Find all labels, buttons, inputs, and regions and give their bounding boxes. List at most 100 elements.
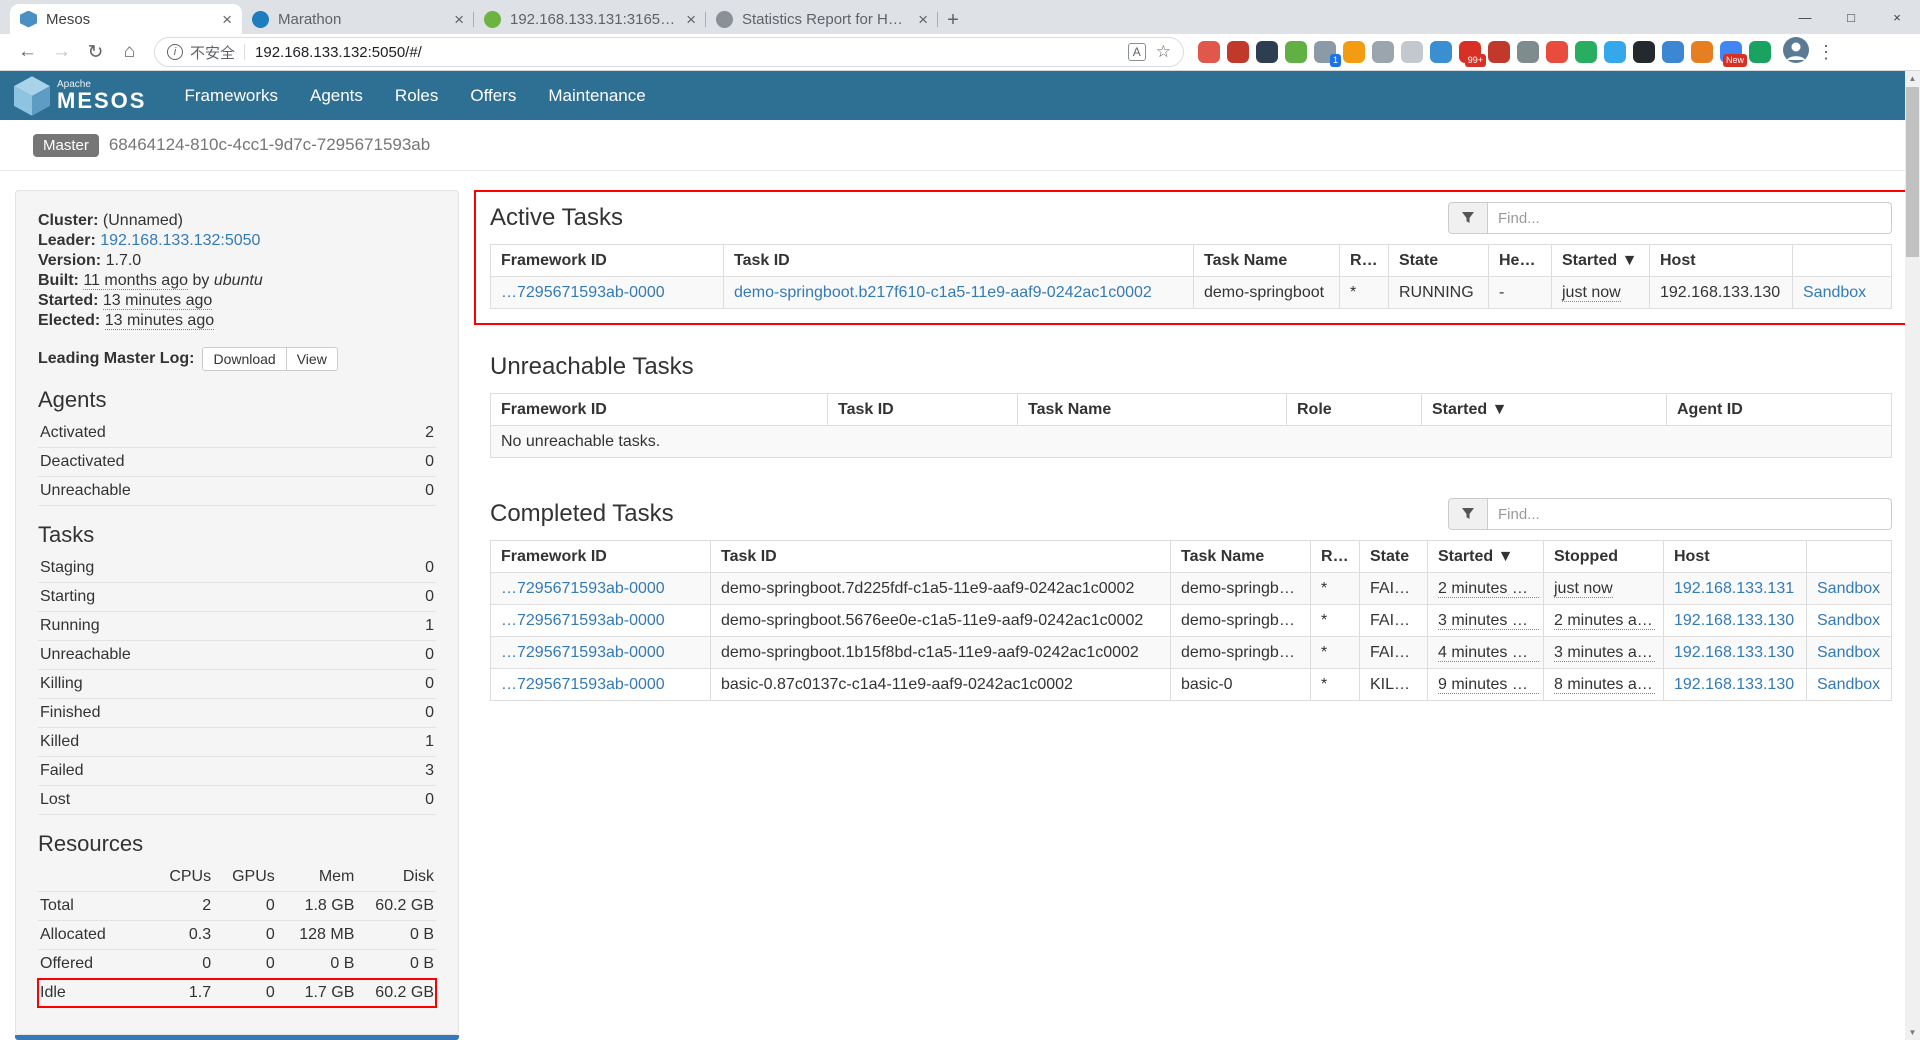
host-link[interactable]: 192.168.133.130	[1674, 644, 1794, 661]
active-tasks-find-input[interactable]	[1488, 202, 1892, 234]
extension-icon[interactable]	[1633, 41, 1655, 63]
tab-close-icon[interactable]: ×	[686, 11, 696, 28]
host-link[interactable]: 192.168.133.130	[1674, 676, 1794, 693]
completed-tasks-find-input[interactable]	[1488, 498, 1892, 530]
extension-icon[interactable]: 99+	[1459, 41, 1481, 63]
col-task-name[interactable]: Task Name	[1018, 394, 1287, 426]
col-task-name[interactable]: Task Name	[1194, 245, 1340, 277]
col-framework-id[interactable]: Framework ID	[491, 541, 711, 573]
col-stopped[interactable]: Stopped	[1544, 541, 1664, 573]
tab-mesos[interactable]: Mesos ×	[10, 4, 242, 34]
sandbox-link[interactable]: Sandbox	[1817, 580, 1880, 597]
nav-item-roles[interactable]: Roles	[379, 71, 454, 120]
col-agent-id[interactable]: Agent ID	[1667, 394, 1892, 426]
address-bar[interactable]: i 不安全 192.168.133.132:5050/#/ A ☆	[154, 37, 1184, 67]
maximize-button[interactable]: □	[1828, 0, 1874, 34]
framework-id-link[interactable]: …7295671593ab-0000	[501, 580, 665, 597]
framework-id-link[interactable]: …7295671593ab-0000	[501, 644, 665, 661]
sandbox-link[interactable]: Sandbox	[1817, 644, 1880, 661]
agents-heading: Agents	[38, 387, 436, 413]
framework-id-link[interactable]: …7295671593ab-0000	[501, 676, 665, 693]
extension-icon[interactable]	[1749, 41, 1771, 63]
framework-id-link[interactable]: …7295671593ab-0000	[501, 284, 665, 301]
download-log-button[interactable]: Download	[202, 347, 286, 371]
col-framework-id[interactable]: Framework ID	[491, 394, 828, 426]
extension-icon[interactable]	[1227, 41, 1249, 63]
extension-icon[interactable]	[1691, 41, 1713, 63]
profile-avatar[interactable]	[1783, 37, 1809, 68]
extension-icon[interactable]	[1372, 41, 1394, 63]
home-icon[interactable]: ⌂	[114, 37, 145, 68]
tab-close-icon[interactable]: ×	[454, 11, 464, 28]
tab-hello[interactable]: 192.168.133.131:31657/hello ×	[474, 4, 706, 34]
extension-icon[interactable]	[1575, 41, 1597, 63]
task-id-link[interactable]: demo-springboot.b217f610-c1a5-11e9-aaf9-…	[734, 284, 1152, 301]
extension-icon[interactable]: New	[1720, 41, 1742, 63]
browser-menu-icon[interactable]: ⋮	[1811, 42, 1841, 63]
host-link[interactable]: 192.168.133.131	[1674, 580, 1794, 597]
col-framework-id[interactable]: Framework ID	[491, 245, 724, 277]
tab-close-icon[interactable]: ×	[918, 11, 928, 28]
extension-icon[interactable]	[1662, 41, 1684, 63]
reload-icon[interactable]: ↻	[80, 37, 111, 68]
minimize-button[interactable]: —	[1782, 0, 1828, 34]
col-task-name[interactable]: Task Name	[1171, 541, 1311, 573]
col-task-id[interactable]: Task ID	[711, 541, 1171, 573]
extension-icon[interactable]	[1430, 41, 1452, 63]
resources-row-idle-highlighted: Idle 1.7 0 1.7 GB 60.2 GB	[38, 979, 436, 1008]
tab-marathon[interactable]: Marathon ×	[242, 4, 474, 34]
col-started[interactable]: Started ▼	[1552, 245, 1650, 277]
filter-button[interactable]	[1448, 202, 1488, 234]
filter-button[interactable]	[1448, 498, 1488, 530]
forward-icon[interactable]: →	[46, 37, 77, 68]
tab-haproxy[interactable]: Statistics Report for HAProxy ×	[706, 4, 938, 34]
scrollbar-thumb[interactable]	[1906, 87, 1919, 257]
close-button[interactable]: ×	[1874, 0, 1920, 34]
extension-icon[interactable]	[1488, 41, 1510, 63]
mesos-logo[interactable]: Apache MESOS	[14, 76, 146, 116]
sandbox-link[interactable]: Sandbox	[1817, 676, 1880, 693]
extension-icon[interactable]	[1256, 41, 1278, 63]
bookmark-star-icon[interactable]: ☆	[1156, 42, 1171, 62]
extension-icon[interactable]	[1546, 41, 1568, 63]
col-task-id[interactable]: Task ID	[828, 394, 1018, 426]
tab-close-icon[interactable]: ×	[222, 11, 232, 28]
extension-icon[interactable]	[1401, 41, 1423, 63]
col-host[interactable]: Host	[1650, 245, 1793, 277]
empty-message: No unreachable tasks.	[491, 426, 1892, 458]
col-role[interactable]: Role	[1287, 394, 1422, 426]
leader-link[interactable]: 192.168.133.132:5050	[100, 232, 260, 249]
extension-icon[interactable]	[1198, 41, 1220, 63]
nav-item-frameworks[interactable]: Frameworks	[168, 71, 294, 120]
host-link[interactable]: 192.168.133.130	[1674, 612, 1794, 629]
cluster-label: Cluster:	[38, 212, 98, 229]
nav-item-agents[interactable]: Agents	[294, 71, 379, 120]
nav-item-maintenance[interactable]: Maintenance	[532, 71, 661, 120]
scroll-down-icon[interactable]: ▼	[1905, 1025, 1920, 1040]
extension-icon[interactable]	[1517, 41, 1539, 63]
extension-icon[interactable]: 1	[1314, 41, 1336, 63]
page-info-icon[interactable]: i	[167, 44, 183, 60]
col-state[interactable]: State	[1360, 541, 1428, 573]
col-task-id[interactable]: Task ID	[724, 245, 1194, 277]
col-started[interactable]: Started ▼	[1428, 541, 1544, 573]
extension-icon[interactable]	[1343, 41, 1365, 63]
col-host[interactable]: Host	[1664, 541, 1807, 573]
translate-icon[interactable]: A	[1128, 43, 1146, 61]
col-started[interactable]: Started ▼	[1422, 394, 1667, 426]
view-log-button[interactable]: View	[286, 347, 338, 371]
extension-icon[interactable]	[1604, 41, 1626, 63]
sandbox-link[interactable]: Sandbox	[1803, 284, 1866, 301]
col-state[interactable]: State	[1389, 245, 1489, 277]
new-tab-button[interactable]: +	[938, 6, 968, 34]
col-role[interactable]: Role	[1340, 245, 1389, 277]
scroll-up-icon[interactable]: ▲	[1905, 71, 1920, 86]
page-scrollbar[interactable]: ▲ ▼	[1905, 71, 1920, 1040]
nav-item-offers[interactable]: Offers	[454, 71, 532, 120]
back-icon[interactable]: ←	[12, 37, 43, 68]
extension-icon[interactable]	[1285, 41, 1307, 63]
framework-id-link[interactable]: …7295671593ab-0000	[501, 612, 665, 629]
col-health[interactable]: Health	[1489, 245, 1552, 277]
col-role[interactable]: Role	[1311, 541, 1360, 573]
sandbox-link[interactable]: Sandbox	[1817, 612, 1880, 629]
